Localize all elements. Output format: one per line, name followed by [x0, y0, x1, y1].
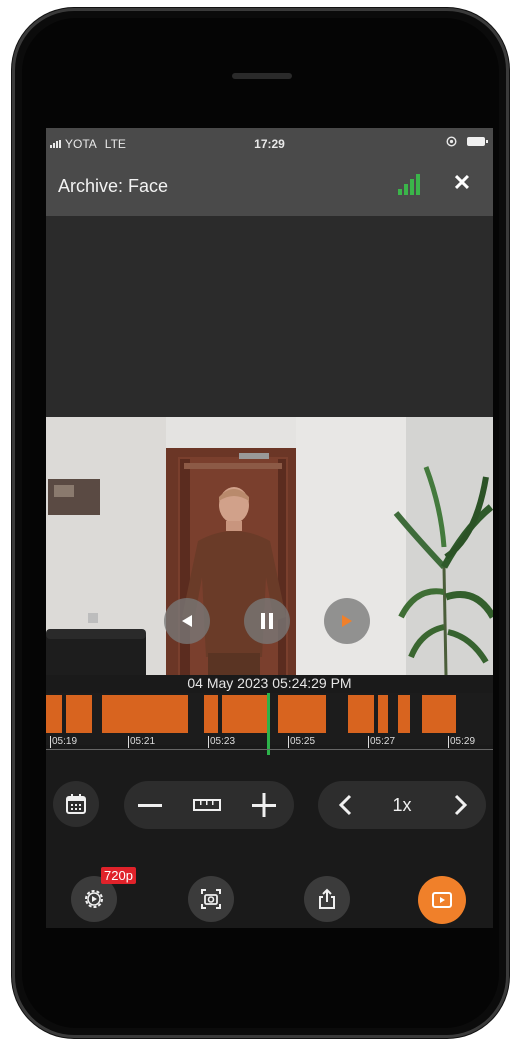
snapshot-button[interactable] [188, 876, 234, 922]
timeline-tick: 05:25 [288, 736, 316, 748]
chevron-left-icon [338, 794, 352, 816]
speed-control: 1x [318, 781, 486, 829]
play-icon [342, 615, 352, 627]
timeline-cursor[interactable] [267, 693, 270, 755]
orientation-lock-icon [446, 136, 457, 147]
recording-segment[interactable] [348, 695, 374, 733]
zoom-in-button[interactable] [250, 791, 282, 819]
share-button[interactable] [304, 876, 350, 922]
zoom-control [124, 781, 294, 829]
status-right [446, 136, 488, 147]
pause-button[interactable] [244, 598, 290, 644]
timeline-tick: 05:27 [368, 736, 396, 748]
phone-speaker [232, 73, 292, 79]
timeline-baseline [46, 749, 493, 750]
playback-timestamp: 04 May 2023 05:24:29 PM [187, 675, 352, 691]
pause-icon [261, 613, 273, 629]
timeline-tick: 05:19 [50, 736, 78, 748]
timeline-tick: 05:23 [208, 736, 236, 748]
recording-segment[interactable] [204, 695, 218, 733]
speed-down-button[interactable] [332, 791, 360, 819]
share-icon [319, 888, 335, 909]
recording-segment[interactable] [278, 695, 326, 733]
signal-quality-icon[interactable] [398, 174, 420, 195]
recording-segment[interactable] [398, 695, 410, 733]
live-video-button[interactable] [418, 876, 466, 924]
timeline-tick: 05:29 [448, 736, 476, 748]
recording-segment[interactable] [222, 695, 270, 733]
plus-icon [252, 793, 276, 817]
app-screen: YOTA LTE 17:29 Archive: Face ✕ 04 May 20… [46, 128, 493, 928]
recording-segment[interactable] [46, 695, 62, 733]
status-time: 17:29 [254, 137, 285, 151]
recording-segment[interactable] [422, 695, 456, 733]
play-video-icon [432, 892, 452, 908]
close-button[interactable]: ✕ [450, 170, 474, 196]
play-button[interactable] [324, 598, 370, 644]
video-frame[interactable] [46, 417, 493, 675]
chevron-right-icon [454, 794, 468, 816]
speed-value: 1x [392, 795, 412, 815]
archive-timeline[interactable]: 05:19 05:21 05:23 05:25 05:27 05:29 [46, 693, 493, 755]
calendar-button[interactable] [53, 781, 99, 827]
ruler-icon [193, 799, 221, 811]
scale-button[interactable] [192, 795, 222, 815]
timeline-tick: 05:21 [128, 736, 156, 748]
playback-controls: 1x [46, 768, 493, 838]
title-bar: Archive: Face ✕ [46, 158, 493, 216]
recording-segment[interactable] [102, 695, 188, 733]
bottom-toolbar: 720p [46, 838, 493, 928]
speed-up-button[interactable] [446, 791, 474, 819]
minus-icon [138, 804, 162, 807]
close-icon: ✕ [452, 170, 472, 195]
status-bar: YOTA LTE 17:29 [46, 128, 493, 158]
calendar-icon [66, 794, 86, 814]
settings-icon [85, 890, 103, 908]
rewind-button[interactable] [164, 598, 210, 644]
page-title: Archive: Face [58, 176, 169, 196]
recording-segment[interactable] [378, 695, 388, 733]
recording-segment[interactable] [66, 695, 92, 733]
camera-icon [201, 889, 221, 909]
battery-icon [467, 137, 488, 146]
zoom-out-button[interactable] [136, 791, 168, 819]
play-reverse-icon [182, 615, 192, 627]
quality-badge: 720p [101, 867, 136, 884]
